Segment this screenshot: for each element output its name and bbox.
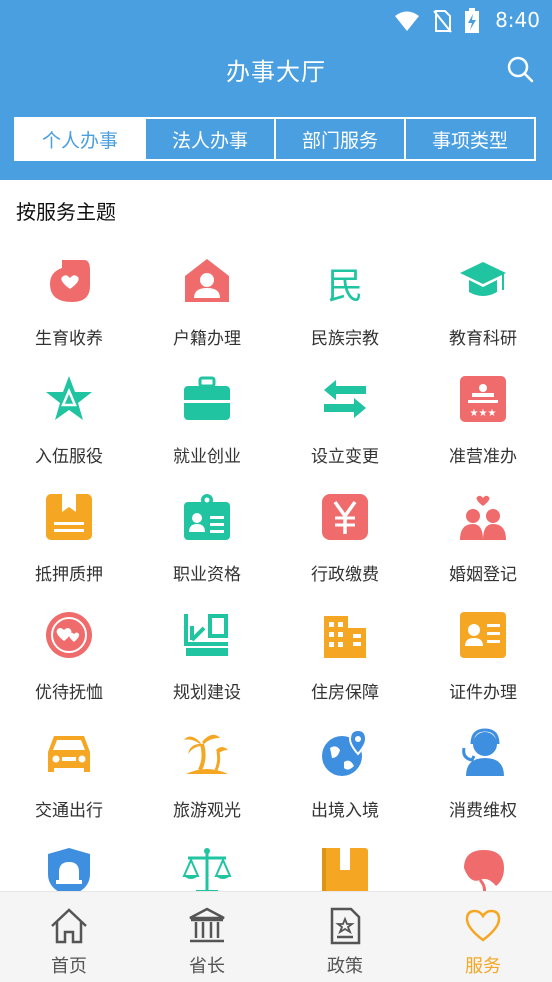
planning-icon: [184, 614, 228, 656]
service-item[interactable]: 就业创业: [138, 368, 276, 486]
service-label: 设立变更: [311, 447, 379, 467]
service-item[interactable]: 入伍服役: [0, 368, 138, 486]
service-label: 婚姻登记: [449, 565, 517, 585]
couple-icon: [460, 495, 506, 540]
service-item[interactable]: 抵押质押: [0, 486, 138, 604]
ethnic-religion-icon: 民: [327, 266, 363, 306]
license-icon: ★★★: [460, 376, 506, 422]
service-item[interactable]: 交通出行: [0, 722, 138, 840]
heart-icon: [465, 909, 501, 942]
leaf-icon: [464, 850, 504, 895]
graduation-cap-icon: [460, 262, 506, 296]
scales-icon: [182, 848, 232, 894]
service-label: 住房保障: [311, 683, 379, 703]
service-label: 出境入境: [311, 801, 379, 821]
service-item[interactable]: 民 民族宗教: [276, 250, 414, 368]
page-title: 办事大厅: [226, 58, 326, 86]
customer-service-icon: [462, 728, 504, 776]
service-label: 生育收养: [35, 329, 103, 349]
service-label: 准营准办: [449, 447, 517, 467]
service-label: 教育科研: [449, 329, 517, 349]
nav-label: 政策: [327, 956, 363, 977]
home-icon: [51, 908, 87, 944]
service-item[interactable]: 职业资格: [138, 486, 276, 604]
globe-pin-icon: [322, 728, 368, 776]
app-header: 8:40 办事大厅 个人办事 法人办事 部门服务 事项类型: [0, 0, 552, 180]
nav-services[interactable]: 服务: [414, 892, 552, 982]
policy-document-icon: [330, 907, 361, 945]
status-icons: [394, 8, 480, 34]
nav-policy[interactable]: 政策: [276, 892, 414, 982]
service-label: 就业创业: [173, 447, 241, 467]
service-label: 抵押质押: [35, 565, 103, 585]
search-icon[interactable]: [506, 55, 534, 83]
service-item[interactable]: 生育收养: [0, 250, 138, 368]
service-item[interactable]: 行政缴费: [276, 486, 414, 604]
service-label: 优待抚恤: [35, 683, 103, 703]
service-item[interactable]: 户籍办理: [138, 250, 276, 368]
tab-department[interactable]: 部门服务: [276, 119, 406, 159]
service-label: 规划建设: [173, 683, 241, 703]
service-item[interactable]: 证件办理: [414, 604, 552, 722]
service-item[interactable]: ★★★ 准营准办: [414, 368, 552, 486]
status-bar: 8:40: [0, 0, 552, 40]
bookmark-book-icon: [46, 494, 92, 540]
svg-text:民: 民: [327, 266, 363, 306]
government-building-icon: [189, 907, 225, 943]
nav-label: 服务: [465, 956, 501, 977]
wifi-icon: [395, 11, 419, 31]
service-label: 交通出行: [35, 801, 103, 821]
tab-matter-type[interactable]: 事项类型: [406, 119, 534, 159]
service-item[interactable]: 住房保障: [276, 604, 414, 722]
id-badge-icon: [184, 494, 230, 540]
building-icon: [324, 616, 366, 658]
svg-text:★★★: ★★★: [470, 408, 497, 419]
service-item[interactable]: 出境入境: [276, 722, 414, 840]
service-label: 入伍服役: [35, 447, 103, 467]
service-label: 证件办理: [449, 683, 517, 703]
status-time: 8:40: [495, 8, 540, 32]
no-sim-icon: [433, 10, 452, 33]
palm-tree-icon: [184, 734, 228, 774]
service-item[interactable]: 规划建设: [138, 604, 276, 722]
tab-legal-entity[interactable]: 法人办事: [146, 119, 276, 159]
service-item[interactable]: 设立变更: [276, 368, 414, 486]
service-label: 旅游观光: [173, 801, 241, 821]
service-item[interactable]: 婚姻登记: [414, 486, 552, 604]
id-card-icon: [460, 612, 506, 658]
service-label: 消费维权: [449, 801, 517, 821]
pregnancy-icon: [50, 260, 90, 302]
section-title: 按服务主题: [16, 200, 116, 224]
swap-arrows-icon: [324, 380, 366, 418]
service-label: 职业资格: [173, 565, 241, 585]
yuan-icon: [322, 494, 368, 540]
service-label: 民族宗教: [311, 329, 379, 349]
nav-label: 首页: [51, 956, 87, 977]
nav-label: 省长: [189, 956, 225, 977]
battery-charging-icon: [465, 8, 479, 33]
household-icon: [185, 259, 229, 302]
nav-governor[interactable]: 省长: [138, 892, 276, 982]
care-heart-icon: [46, 612, 92, 658]
service-label: 行政缴费: [311, 565, 379, 585]
police-siren-icon: [48, 848, 90, 896]
service-item[interactable]: 消费维权: [414, 722, 552, 840]
service-item[interactable]: 教育科研: [414, 250, 552, 368]
service-grid: 生育收养 户籍办理 民 民族宗教 教育科研 入伍服役 就业创业 设立变更 ★★★…: [0, 250, 552, 958]
bottom-nav: 首页 省长 政策 服务: [0, 891, 552, 982]
nav-home[interactable]: 首页: [0, 892, 138, 982]
tab-personal[interactable]: 个人办事: [16, 119, 146, 159]
service-item[interactable]: 优待抚恤: [0, 604, 138, 722]
military-star-icon: [46, 376, 92, 420]
archive-book-icon: [322, 848, 368, 894]
category-tabs: 个人办事 法人办事 部门服务 事项类型: [14, 117, 536, 161]
car-icon: [48, 736, 90, 772]
service-item[interactable]: 旅游观光: [138, 722, 276, 840]
briefcase-icon: [184, 376, 230, 420]
service-label: 户籍办理: [173, 329, 241, 349]
